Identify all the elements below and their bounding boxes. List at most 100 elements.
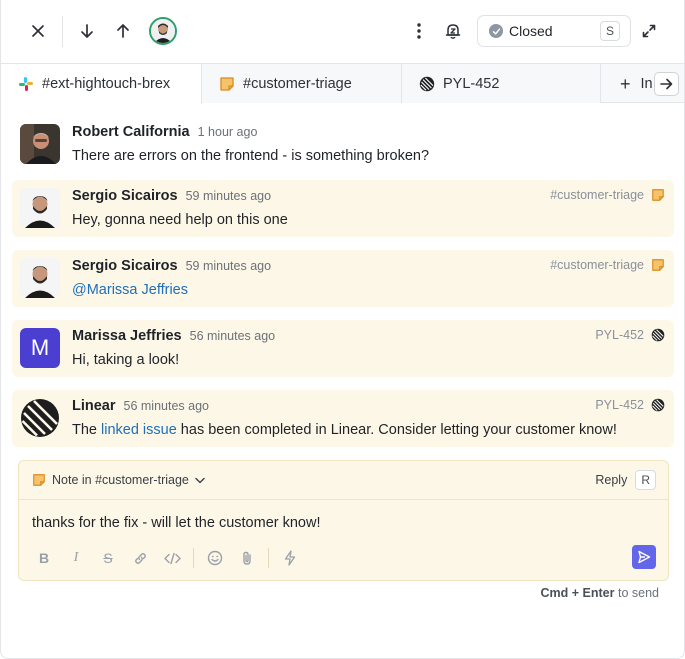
note-channel-selector[interactable]: Note in #customer-triage (52, 473, 189, 487)
toolbar-divider (62, 16, 63, 47)
message-author: Linear (72, 398, 116, 414)
scroll-tabs-right-button[interactable] (654, 72, 679, 96)
message-item: M Marissa Jeffries 56 minutes ago Hi, ta… (12, 320, 674, 377)
conversation-panel: Closed S #ext-hightouch-brex #customer-t… (0, 0, 685, 659)
next-conversation-button[interactable] (73, 17, 101, 45)
avatar-initial: M (30, 335, 50, 360)
reply-mode-button[interactable]: Reply R (595, 470, 656, 490)
tab-ext-hightouch-brex[interactable]: #ext-hightouch-brex (1, 64, 202, 104)
tab-pyl-452[interactable]: PYL-452 (402, 64, 601, 103)
arrow-up-icon (117, 24, 129, 38)
status-shortcut-key: S (599, 21, 620, 41)
message-text: There are errors on the frontend - is so… (72, 148, 430, 164)
linear-icon (419, 76, 435, 91)
message-author: Robert California (72, 124, 190, 140)
message-time: 56 minutes ago (123, 399, 209, 413)
person-avatar-icon (20, 258, 60, 298)
message-source-label: #customer-triage (550, 258, 644, 272)
reply-composer: Note in #customer-triage Reply R thanks … (18, 460, 669, 581)
bell-snooze-icon (445, 24, 461, 39)
composer-input[interactable]: thanks for the fix - will let the custom… (32, 515, 321, 531)
slack-icon (19, 77, 33, 91)
strikethrough-icon: S (103, 550, 113, 566)
tab-label: PYL-452 (443, 75, 500, 92)
message-time: 1 hour ago (197, 125, 258, 139)
message-source-label: PYL-452 (595, 398, 644, 412)
status-dropdown[interactable]: Closed S (477, 15, 631, 47)
toolbar-divider (193, 548, 194, 568)
reply-label: Reply (595, 473, 628, 487)
avatar: M (20, 328, 60, 368)
avatar (20, 258, 60, 298)
italic-icon: I (73, 550, 79, 565)
expand-button[interactable] (635, 17, 663, 45)
link-button[interactable] (129, 547, 151, 569)
note-icon (652, 259, 664, 271)
message-time: 59 minutes ago (185, 259, 272, 273)
message-source-pyl-452[interactable]: PYL-452 (595, 398, 665, 412)
close-button[interactable] (24, 17, 52, 45)
assignee-avatar[interactable] (149, 17, 177, 45)
arrow-down-icon (81, 24, 93, 38)
message-item: Sergio Sicairos 59 minutes ago Hey, gonn… (12, 180, 674, 237)
message-source-label: PYL-452 (595, 328, 644, 342)
lightning-icon (284, 550, 296, 566)
snooze-button[interactable] (439, 17, 467, 45)
message-source-customer-triage[interactable]: #customer-triage (550, 188, 665, 202)
link-icon (134, 552, 146, 564)
toolbar-divider (268, 548, 269, 568)
paperclip-icon (243, 551, 251, 565)
linear-icon (651, 398, 665, 412)
bold-button[interactable]: B (33, 547, 55, 569)
plus-icon: + (620, 73, 631, 94)
italic-button[interactable]: I (65, 547, 87, 569)
tab-customer-triage[interactable]: #customer-triage (202, 64, 402, 103)
previous-conversation-button[interactable] (109, 17, 137, 45)
more-vertical-icon (417, 23, 421, 39)
code-button[interactable] (161, 547, 183, 569)
note-icon (652, 189, 664, 201)
tab-label: #ext-hightouch-brex (42, 76, 171, 92)
note-icon (220, 76, 234, 91)
message-text: The linked issue has been completed in L… (72, 422, 617, 438)
attach-button[interactable] (236, 547, 258, 569)
send-button[interactable] (632, 545, 656, 569)
strikethrough-button[interactable]: S (97, 547, 119, 569)
chevron-down-icon[interactable] (195, 477, 205, 484)
mention-link[interactable]: @Marissa Jeffries (72, 282, 188, 298)
linear-logo-icon (20, 398, 60, 438)
message-source-customer-triage[interactable]: #customer-triage (550, 258, 665, 272)
shortcuts-button[interactable] (279, 547, 301, 569)
close-icon (32, 25, 44, 37)
new-tab-label: In (640, 75, 653, 92)
bold-icon: B (38, 550, 50, 566)
avatar (20, 188, 60, 228)
message-source-pyl-452[interactable]: PYL-452 (595, 328, 665, 342)
person-avatar-icon (20, 124, 60, 164)
message-time: 59 minutes ago (185, 189, 272, 203)
tab-label: #customer-triage (243, 75, 352, 92)
linked-issue-link[interactable]: linked issue (101, 422, 177, 438)
emoji-button[interactable] (204, 547, 226, 569)
person-avatar-icon (151, 19, 175, 43)
message-text: Hi, taking a look! (72, 352, 180, 368)
check-circle-icon (489, 24, 503, 38)
reply-shortcut-key: R (635, 470, 656, 490)
message-author: Sergio Sicairos (72, 188, 178, 204)
message-text: @Marissa Jeffries (72, 282, 188, 298)
send-shortcut-suffix: to send (617, 586, 659, 600)
formatting-toolbar: B I S (33, 547, 311, 569)
person-avatar-icon (20, 188, 60, 228)
message-author: Marissa Jeffries (72, 328, 182, 344)
message-text: Hey, gonna need help on this one (72, 212, 288, 228)
note-icon (33, 474, 45, 486)
composer-header: Note in #customer-triage Reply R (19, 461, 668, 500)
send-icon (638, 550, 651, 564)
message-item: Robert California 1 hour ago There are e… (12, 115, 674, 171)
arrow-right-icon (660, 78, 673, 90)
tab-bar: #ext-hightouch-brex #customer-triage PYL… (1, 63, 684, 104)
send-shortcut-hint: Cmd + Enter to send (541, 586, 659, 600)
more-options-button[interactable] (405, 17, 433, 45)
message-source-label: #customer-triage (550, 188, 644, 202)
message-item: Sergio Sicairos 59 minutes ago @Marissa … (12, 250, 674, 307)
